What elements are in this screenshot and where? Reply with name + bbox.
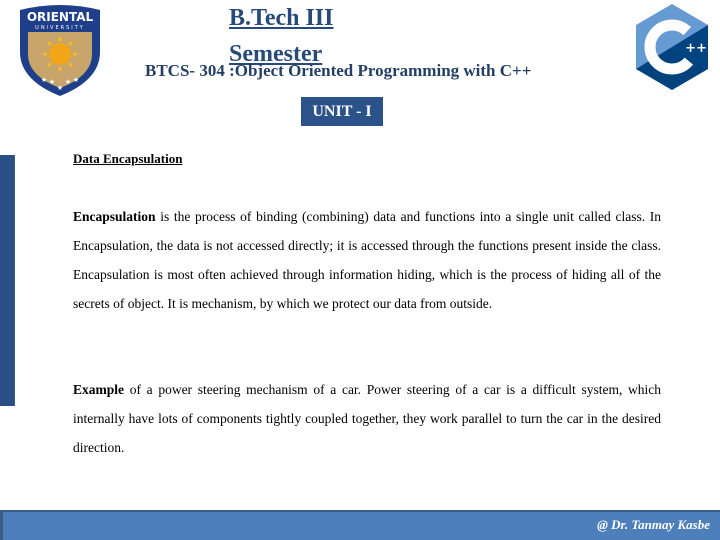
- course-subtitle: BTCS- 304 :Object Oriented Programming w…: [145, 61, 532, 80]
- svg-text:★: ★: [57, 84, 63, 92]
- paragraph-text: is the process of binding (combining) da…: [73, 209, 661, 311]
- shield-icon: ORIENTAL UNIVERSITY ★ ★★★ ★: [20, 5, 100, 96]
- left-accent-bar: [0, 155, 15, 406]
- footer-bar: @ Dr. Tanmay Kasbe: [0, 510, 720, 540]
- oriental-university-logo: ORIENTAL UNIVERSITY ★ ★ ★ ★ ★: [6, 2, 114, 98]
- unit-badge: UNIT - I: [301, 97, 383, 126]
- cpp-hexagon-icon: ++: [636, 4, 708, 90]
- paragraph-lead: Encapsulation: [73, 209, 156, 224]
- footer-edge: [0, 512, 3, 540]
- paragraph-lead: Example: [73, 382, 125, 397]
- svg-text:★: ★: [49, 78, 55, 86]
- svg-text:ORIENTAL: ORIENTAL: [27, 10, 94, 24]
- cpp-logo: ++: [632, 2, 712, 92]
- svg-text:★: ★: [41, 76, 47, 84]
- svg-text:UNIVERSITY: UNIVERSITY: [35, 25, 85, 31]
- svg-text:++: ++: [685, 41, 707, 56]
- page-title-line1: B.Tech III: [229, 5, 334, 31]
- paragraph-example: Example of a power steering mechanism of…: [73, 375, 661, 462]
- author-credit: @ Dr. Tanmay Kasbe: [597, 517, 710, 532]
- svg-text:★: ★: [73, 76, 79, 84]
- svg-text:★: ★: [65, 78, 71, 86]
- paragraph-text: of a power steering mechanism of a car. …: [73, 382, 661, 455]
- paragraph-encapsulation: Encapsulation is the process of binding …: [73, 202, 661, 318]
- section-heading: Data Encapsulation: [73, 151, 183, 166]
